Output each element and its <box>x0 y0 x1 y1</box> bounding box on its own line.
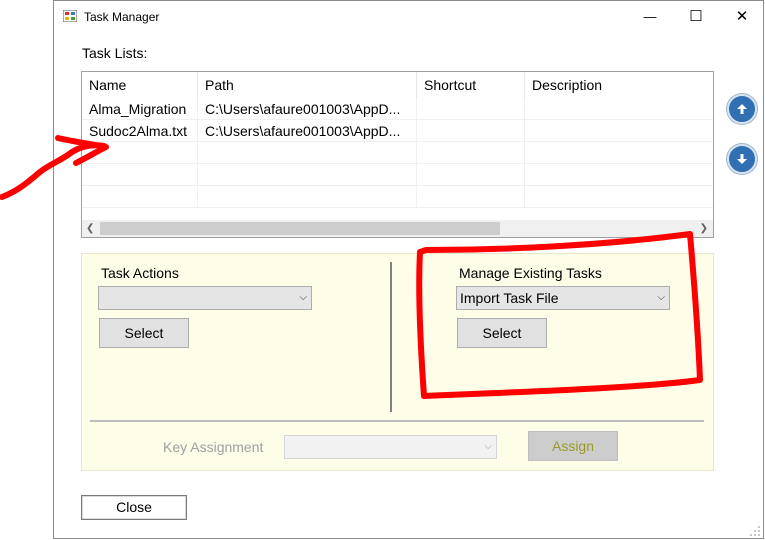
scroll-left-icon[interactable]: ❮ <box>86 220 94 237</box>
close-button[interactable]: Close <box>81 495 187 520</box>
empty-row <box>82 142 713 164</box>
horizontal-scrollbar[interactable]: ❮ ❯ <box>82 220 713 237</box>
chevron-down-icon: ⌵ <box>299 292 307 303</box>
key-assignment-label: Key Assignment <box>163 439 264 455</box>
task-lists-label: Task Lists: <box>82 45 148 61</box>
column-header-name[interactable]: Name <box>82 72 198 98</box>
table-row[interactable]: Sudoc2Alma.txt C:\Users\afaure001003\App… <box>82 120 713 142</box>
manage-tasks-label: Manage Existing Tasks <box>459 265 602 281</box>
empty-row <box>82 164 713 186</box>
scroll-right-icon[interactable]: ❯ <box>700 220 708 237</box>
task-list-view[interactable]: Name Path Shortcut Description Alma_Migr… <box>81 71 714 238</box>
key-assignment-dropdown[interactable]: ⌵ <box>284 435 497 459</box>
column-header-path[interactable]: Path <box>198 72 417 98</box>
close-window-button[interactable]: ✕ <box>719 1 765 31</box>
resize-grip-icon[interactable] <box>749 525 761 537</box>
manage-tasks-select-button[interactable]: Select <box>457 318 547 348</box>
cell-description <box>525 120 713 142</box>
task-options-panel: Task Actions ⌵ Select Manage Existing Ta… <box>81 253 714 471</box>
panel-divider <box>390 262 392 412</box>
move-down-button[interactable] <box>727 144 757 174</box>
maximize-button[interactable]: ☐ <box>673 1 719 31</box>
chevron-down-icon: ⌵ <box>484 441 492 452</box>
cell-shortcut <box>417 98 525 120</box>
cell-name: Alma_Migration <box>82 98 198 120</box>
manage-tasks-value: Import Task File <box>460 290 559 306</box>
arrow-up-icon <box>737 104 747 114</box>
cell-shortcut <box>417 120 525 142</box>
chevron-down-icon: ⌵ <box>657 292 665 303</box>
assign-button[interactable]: Assign <box>528 431 618 461</box>
table-row[interactable]: Alma_Migration C:\Users\afaure001003\App… <box>82 98 713 120</box>
app-icon <box>63 10 77 22</box>
manage-tasks-dropdown[interactable]: Import Task File ⌵ <box>456 286 670 310</box>
column-header-shortcut[interactable]: Shortcut <box>417 72 525 98</box>
column-header-description[interactable]: Description <box>525 72 713 98</box>
move-up-button[interactable] <box>727 94 757 124</box>
cell-name: Sudoc2Alma.txt <box>82 120 198 142</box>
task-actions-select-button[interactable]: Select <box>99 318 189 348</box>
close-icon: ✕ <box>735 8 749 25</box>
arrow-down-icon <box>737 154 747 164</box>
maximize-icon: ☐ <box>689 8 703 25</box>
minimize-button[interactable]: — <box>627 1 673 31</box>
cell-path: C:\Users\afaure001003\AppD... <box>198 120 417 142</box>
cell-path: C:\Users\afaure001003\AppD... <box>198 98 417 120</box>
window-title: Task Manager <box>84 10 160 24</box>
empty-row <box>82 186 713 208</box>
task-actions-label: Task Actions <box>101 265 179 281</box>
cell-description <box>525 98 713 120</box>
task-manager-window: Task Manager — ☐ ✕ Task Lists: Name Path… <box>53 0 764 539</box>
scrollbar-thumb[interactable] <box>100 222 500 235</box>
task-actions-dropdown[interactable]: ⌵ <box>98 286 312 310</box>
panel-separator <box>90 420 704 422</box>
minimize-icon: — <box>643 8 657 24</box>
